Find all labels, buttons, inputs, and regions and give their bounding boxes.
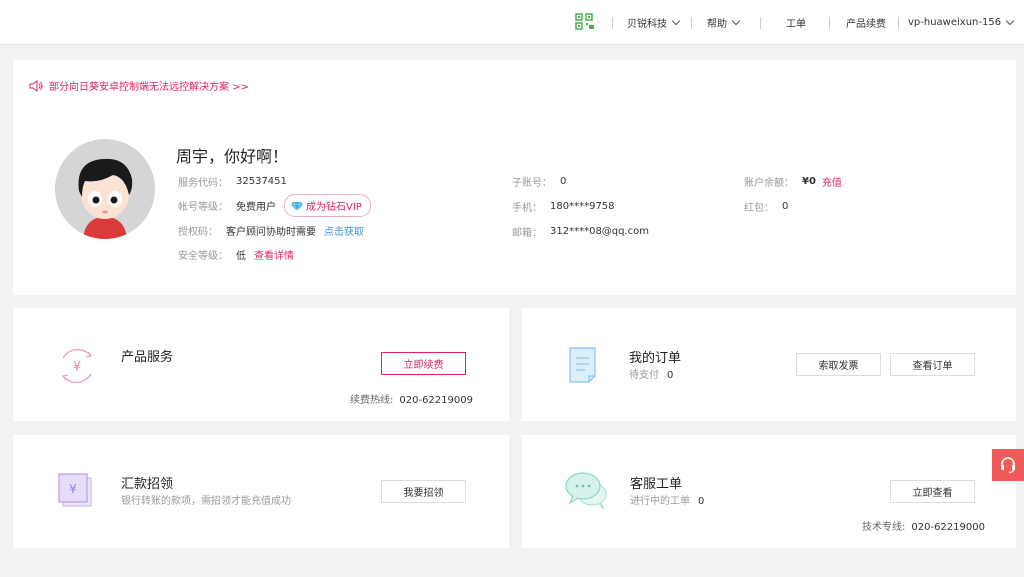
security-level-label: 安全等级：	[178, 251, 228, 262]
claim-remittance-button[interactable]: 我要招领	[381, 480, 466, 503]
pending-payment: 待支付 0	[629, 366, 673, 381]
email-row: 邮箱： 312****08@qq.com	[512, 224, 649, 239]
help-menu[interactable]: 帮助	[707, 0, 741, 45]
company-menu[interactable]: 贝锐科技	[627, 0, 681, 45]
security-level-value: 低	[236, 251, 246, 262]
active-tickets-label: 进行中的工单	[630, 496, 690, 507]
become-vip-button[interactable]: 成为钻石VIP	[284, 194, 371, 217]
qr-code-icon[interactable]	[575, 13, 595, 31]
svg-text:¥: ¥	[73, 360, 81, 375]
account-menu[interactable]: vp-huaweixun-156	[908, 0, 1015, 45]
security-level-row: 安全等级： 低 查看详情	[178, 247, 294, 262]
divider	[691, 17, 692, 29]
sub-account-row: 子账号： 0	[512, 174, 566, 189]
top-bar: 贝锐科技 帮助 工单 产品续费 vp-huaweixun-156	[0, 0, 1024, 45]
service-code-label: 服务代码：	[178, 178, 228, 189]
auth-code-label: 授权码：	[178, 227, 218, 238]
diamond-icon	[291, 201, 303, 211]
balance-row: 账户余额： ¥0 充值	[744, 174, 842, 189]
renew-now-button[interactable]: 立即续费	[381, 352, 466, 375]
sub-account-label: 子账号：	[512, 178, 552, 189]
my-orders-title: 我的订单	[629, 351, 682, 366]
chevron-down-icon	[731, 16, 741, 25]
divider	[760, 17, 761, 29]
notice-text: 部分向日葵安卓控制端无法远控解决方案 >>	[49, 82, 249, 93]
divider	[898, 17, 899, 29]
chat-bubble-icon	[565, 472, 607, 510]
avatar[interactable]	[55, 139, 155, 239]
email-label: 邮箱：	[512, 228, 542, 239]
divider	[612, 17, 613, 29]
ticket-link-label: 工单	[786, 19, 806, 30]
service-code-value: 32537451	[236, 176, 287, 187]
red-packet-label: 红包：	[744, 203, 774, 214]
ticket-link[interactable]: 工单	[786, 0, 806, 45]
sub-account-value: 0	[560, 176, 567, 187]
request-invoice-button[interactable]: 索取发票	[796, 353, 881, 376]
phone-value: 180****9758	[550, 201, 615, 212]
recharge-link[interactable]: 充值	[822, 174, 842, 189]
tech-hotline-number: 020-62219000	[911, 522, 985, 533]
account-name: vp-huaweixun-156	[908, 17, 1002, 28]
phone-label: 手机：	[512, 203, 542, 214]
account-level-row: 帐号等级： 免费用户 成为钻石VIP	[178, 194, 371, 217]
pending-payment-count: 0	[667, 370, 674, 381]
account-level-value: 免费用户	[236, 202, 276, 213]
phone-row: 手机： 180****9758	[512, 199, 615, 214]
pending-payment-label: 待支付	[629, 370, 659, 381]
view-orders-button[interactable]: 查看订单	[890, 353, 975, 376]
document-icon	[569, 347, 596, 383]
service-ticket-title: 客服工单	[630, 477, 683, 492]
remittance-claim-desc: 银行转账的款项，需招领才能充值成功	[121, 496, 291, 507]
account-level-label: 帐号等级：	[178, 202, 228, 213]
tech-hotline: 技术专线: 020-62219000	[862, 518, 985, 533]
avatar-illustration	[55, 139, 155, 239]
notice-link[interactable]: 部分向日葵安卓控制端无法远控解决方案 >>	[29, 78, 249, 93]
help-menu-label: 帮助	[707, 19, 727, 30]
remittance-claim-title: 汇款招领	[121, 477, 174, 492]
renew-hotline-label: 续费热线:	[350, 395, 394, 406]
service-code-row: 服务代码： 32537451	[178, 174, 287, 189]
renew-hotline: 续费热线: 020-62219009	[350, 391, 473, 406]
renew-hotline-number: 020-62219009	[399, 395, 473, 406]
chevron-down-icon	[671, 16, 681, 25]
product-service-card: ¥ 产品服务 立即续费 续费热线: 020-62219009	[13, 308, 509, 421]
get-auth-code-link[interactable]: 点击获取	[324, 223, 364, 238]
view-tickets-button[interactable]: 立即查看	[890, 480, 975, 503]
auth-code-row: 授权码： 客户顾问协助时需要 点击获取	[178, 223, 364, 238]
renew-link-label: 产品续费	[846, 19, 886, 30]
my-orders-card: 我的订单 待支付 0 索取发票 查看订单	[522, 308, 1016, 421]
headset-icon	[1001, 457, 1015, 474]
renew-link[interactable]: 产品续费	[846, 0, 886, 45]
service-ticket-card: 客服工单 进行中的工单 0 立即查看 技术专线: 020-62219000	[522, 435, 1016, 548]
product-service-title: 产品服务	[121, 350, 174, 365]
balance-label: 账户余额：	[744, 178, 794, 189]
customer-service-float-button[interactable]	[992, 449, 1024, 481]
balance-value: ¥0	[802, 176, 816, 187]
red-packet-row: 红包： 0	[744, 199, 788, 214]
chevron-down-icon	[1005, 16, 1015, 25]
yuan-card-icon: ¥	[58, 473, 92, 507]
active-tickets: 进行中的工单 0	[630, 492, 704, 507]
active-tickets-count: 0	[698, 496, 705, 507]
greeting: 周宇，你好啊！	[176, 147, 289, 166]
divider	[829, 17, 830, 29]
company-menu-label: 贝锐科技	[627, 19, 667, 30]
yuan-renew-icon: ¥	[61, 348, 93, 384]
red-packet-value: 0	[782, 201, 789, 212]
security-details-link[interactable]: 查看详情	[254, 247, 294, 262]
remittance-claim-card: ¥ 汇款招领 银行转账的款项，需招领才能充值成功 我要招领	[13, 435, 509, 548]
svg-text:¥: ¥	[69, 482, 77, 496]
email-value: 312****08@qq.com	[550, 226, 650, 237]
speaker-icon	[29, 79, 43, 92]
become-vip-label: 成为钻石VIP	[306, 202, 362, 213]
tech-hotline-label: 技术专线:	[862, 522, 906, 533]
auth-code-value: 客户顾问协助时需要	[226, 227, 316, 238]
account-info-panel: 部分向日葵安卓控制端无法远控解决方案 >> 周宇，你好啊！ 服务代码： 3253…	[13, 60, 1016, 295]
